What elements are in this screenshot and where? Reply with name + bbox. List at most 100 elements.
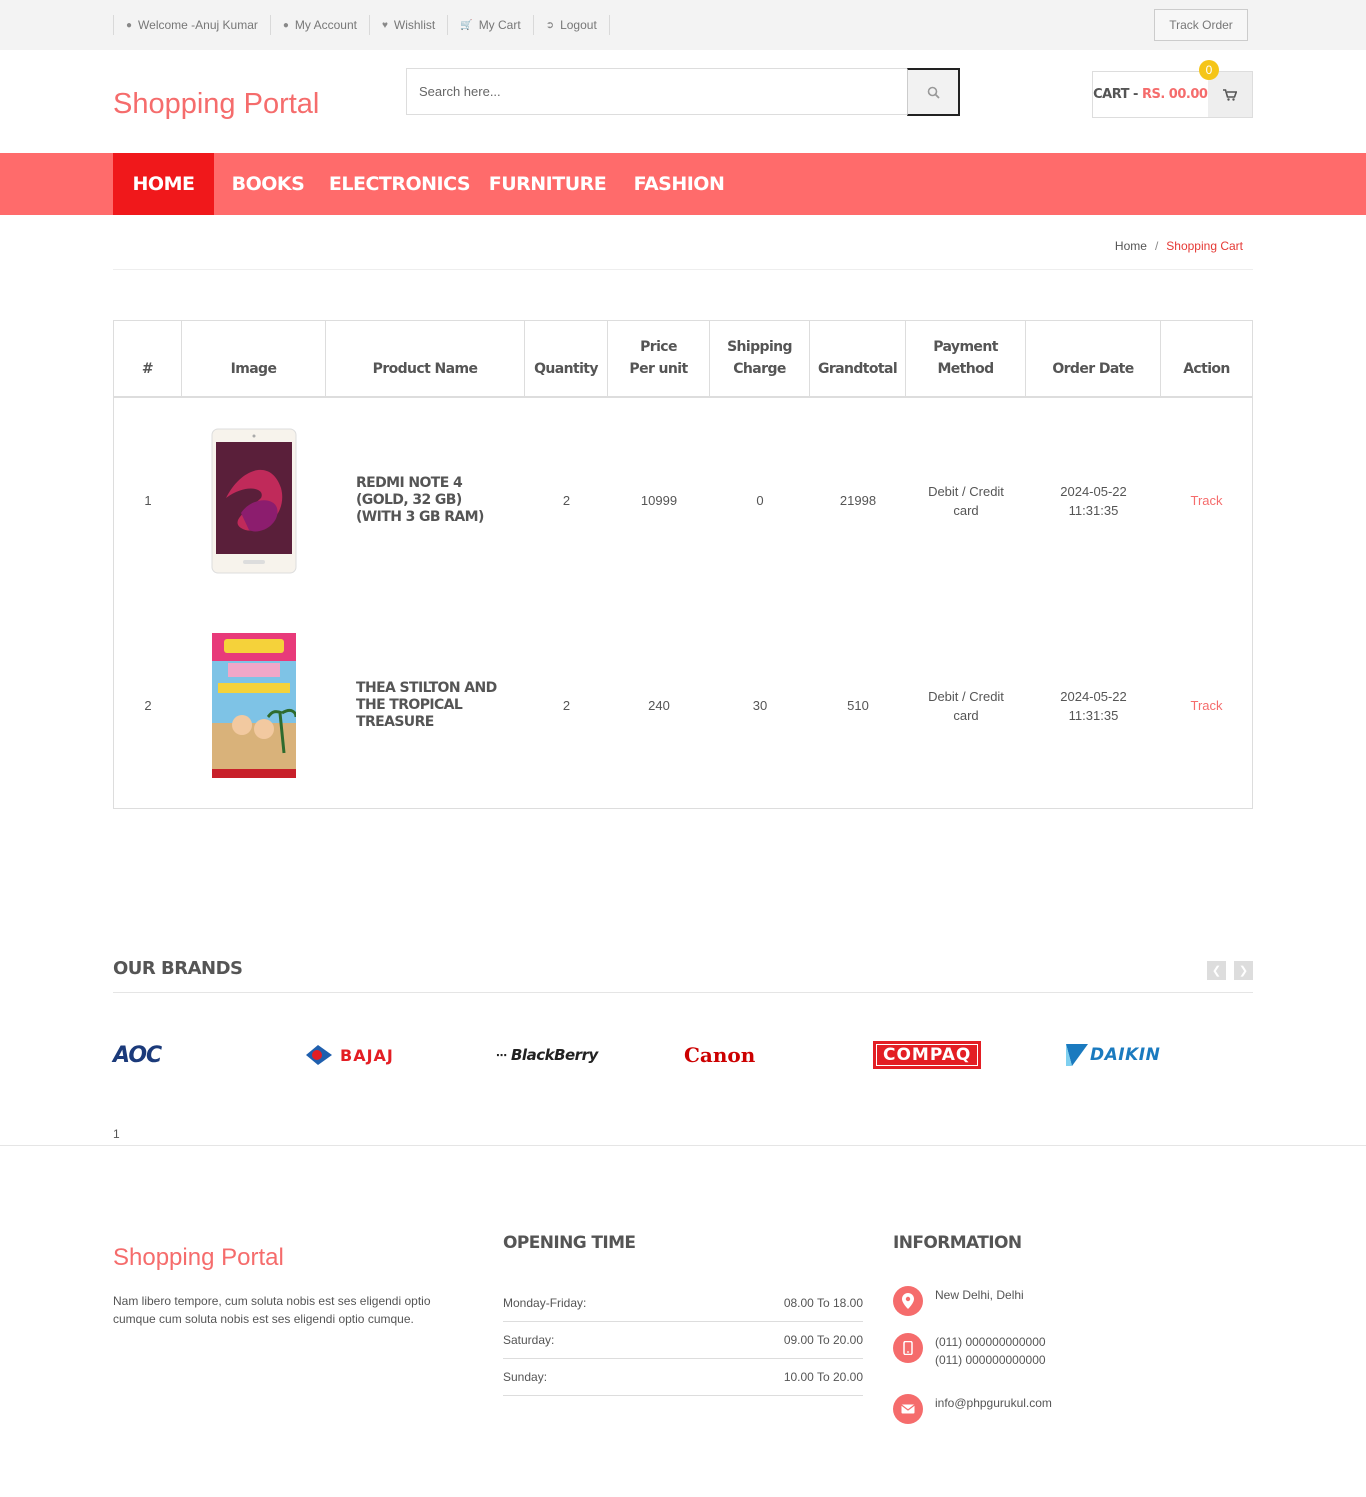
opening-hours: 10.00 To 20.00 bbox=[783, 1370, 863, 1384]
welcome-link[interactable]: ● Welcome -Anuj Kumar bbox=[113, 15, 270, 35]
divider bbox=[113, 269, 1253, 270]
action-cell: Track bbox=[1161, 398, 1252, 603]
daikin-logo-icon bbox=[1066, 1044, 1088, 1066]
col-action: Action bbox=[1183, 361, 1230, 377]
wishlist-label: Wishlist bbox=[393, 18, 436, 32]
user-icon: ● bbox=[126, 19, 133, 31]
phone-numbers: (011) 000000000000 (011) 000000000000 bbox=[935, 1333, 1046, 1369]
opening-day: Sunday: bbox=[503, 1370, 548, 1384]
payment-method: Debit / Credit card bbox=[928, 688, 1004, 723]
my-account-label: My Account bbox=[294, 18, 357, 32]
search-input[interactable] bbox=[406, 68, 907, 115]
grandtotal: 21998 bbox=[839, 493, 877, 508]
price: 10999 bbox=[640, 493, 678, 508]
my-account-link[interactable]: ● My Account bbox=[269, 15, 369, 35]
phone-number-1: (011) 000000000000 bbox=[935, 1335, 1046, 1349]
brand-blackberry-label: BlackBerry bbox=[511, 1046, 598, 1064]
wishlist-link[interactable]: ♥ Wishlist bbox=[368, 15, 447, 35]
col-price: Price Per unit bbox=[608, 321, 710, 396]
row-number: 2 bbox=[144, 698, 152, 713]
brand-canon[interactable]: Canon bbox=[684, 1040, 755, 1070]
opening-row: Monday-Friday: 08.00 To 18.00 bbox=[503, 1285, 863, 1322]
nav-fashion[interactable]: FASHION bbox=[618, 153, 740, 215]
address-text: New Delhi, Delhi bbox=[935, 1288, 1024, 1302]
brand-daikin[interactable]: DAIKIN bbox=[1066, 1040, 1160, 1070]
information-title: INFORMATION bbox=[893, 1233, 1022, 1253]
shipping: 30 bbox=[752, 698, 768, 713]
cart-amount: RS. 00.00 bbox=[1141, 87, 1208, 102]
blackberry-logo-icon: ⋯ bbox=[496, 1048, 507, 1062]
cart-icon-box[interactable] bbox=[1207, 72, 1252, 117]
divider bbox=[113, 992, 1253, 993]
table-header: # Image Product Name Quantity Price Per … bbox=[114, 321, 1252, 398]
brand-compaq-label: COMPAQ bbox=[873, 1041, 982, 1069]
grandtotal: 510 bbox=[847, 698, 869, 713]
quantity: 2 bbox=[562, 698, 571, 713]
info-phone: (011) 000000000000 (011) 000000000000 bbox=[893, 1333, 1046, 1369]
brands-title: OUR BRANDS bbox=[113, 958, 243, 979]
col-order-date: Order Date bbox=[1026, 321, 1161, 396]
col-grandtotal: Grandtotal bbox=[810, 321, 906, 396]
logout-link[interactable]: ➲ Logout bbox=[532, 15, 610, 35]
col-product-name: Product Name bbox=[326, 321, 525, 396]
product-name[interactable]: REDMI NOTE 4 (GOLD, 32 GB) (WITH 3 GB RA… bbox=[356, 398, 506, 603]
brand-compaq[interactable]: COMPAQ bbox=[873, 1040, 982, 1070]
user-icon: ● bbox=[282, 19, 289, 31]
phone-icon bbox=[893, 1333, 923, 1363]
opening-hours: 08.00 To 18.00 bbox=[783, 1296, 863, 1310]
book-image[interactable] bbox=[212, 633, 296, 778]
top-bar: ● Welcome -Anuj Kumar ● My Account ♥ Wishli… bbox=[0, 0, 1366, 50]
brand-aoc[interactable]: AOC bbox=[113, 1040, 162, 1070]
footer-logo[interactable]: Shopping Portal bbox=[113, 1244, 284, 1272]
action-cell: Track bbox=[1161, 603, 1252, 808]
nav-furniture[interactable]: FURNITURE bbox=[477, 153, 618, 215]
brands-prev-button[interactable]: ❮ bbox=[1207, 961, 1226, 980]
search-bar bbox=[406, 68, 960, 116]
site-logo[interactable]: Shopping Portal bbox=[113, 88, 319, 121]
chevron-left-icon: ❮ bbox=[1211, 965, 1222, 977]
opening-day: Monday-Friday: bbox=[503, 1296, 587, 1310]
heart-icon: ♥ bbox=[381, 19, 388, 31]
order-date: 2024-05-22 11:31:35 bbox=[1060, 688, 1127, 723]
col-quantity: Quantity bbox=[525, 321, 608, 396]
track-link[interactable]: Track bbox=[1190, 491, 1222, 510]
track-order-button[interactable]: Track Order bbox=[1154, 9, 1248, 41]
brand-daikin-label: DAIKIN bbox=[1090, 1045, 1161, 1065]
logout-label: Logout bbox=[560, 18, 597, 32]
brands-next-button[interactable]: ❯ bbox=[1234, 961, 1253, 980]
search-button[interactable] bbox=[907, 68, 960, 116]
search-icon bbox=[927, 86, 940, 99]
cart-count-badge: 0 bbox=[1199, 60, 1219, 80]
opening-row: Sunday: 10.00 To 20.00 bbox=[503, 1359, 863, 1396]
brand-blackberry[interactable]: ⋯ BlackBerry bbox=[496, 1040, 598, 1070]
nav-home[interactable]: HOME bbox=[113, 153, 214, 215]
logout-icon: ➲ bbox=[545, 19, 555, 31]
phone-number-2: (011) 000000000000 bbox=[935, 1353, 1046, 1367]
product-name[interactable]: THEA STILTON AND THE TROPICAL TREASURE bbox=[356, 603, 506, 808]
phone-image[interactable] bbox=[211, 428, 297, 574]
cart-label: CART - bbox=[1093, 87, 1138, 102]
my-cart-label: My Cart bbox=[478, 18, 521, 32]
email-text[interactable]: info@phpgurukul.com bbox=[935, 1394, 1052, 1424]
top-links: ● Welcome -Anuj Kumar ● My Account ♥ Wishli… bbox=[113, 15, 610, 35]
nav-books[interactable]: BOOKS bbox=[214, 153, 322, 215]
brand-bajaj[interactable]: BAJAJ bbox=[304, 1040, 394, 1070]
breadcrumb-home[interactable]: Home bbox=[1115, 239, 1147, 253]
breadcrumb: Home / Shopping Cart bbox=[1115, 239, 1243, 253]
cart-widget[interactable]: CART - RS. 00.00 0 bbox=[1092, 60, 1253, 118]
footer-description: Nam libero tempore, cum soluta nobis est… bbox=[113, 1294, 431, 1326]
col-image: Image bbox=[182, 321, 326, 396]
chevron-right-icon: ❯ bbox=[1238, 965, 1249, 977]
price: 240 bbox=[648, 698, 670, 713]
opening-row: Saturday: 09.00 To 20.00 bbox=[503, 1322, 863, 1359]
nav-electronics[interactable]: ELECTRONICS bbox=[322, 153, 477, 215]
opening-hours: 09.00 To 20.00 bbox=[783, 1333, 863, 1347]
brands-page-number: 1 bbox=[113, 1127, 120, 1141]
payment-method: Debit / Credit card bbox=[928, 483, 1004, 518]
row-number: 1 bbox=[144, 493, 152, 508]
track-link[interactable]: Track bbox=[1190, 696, 1222, 715]
divider bbox=[0, 1145, 1366, 1146]
my-cart-link[interactable]: 🛒 My Cart bbox=[447, 15, 532, 35]
page: ● Welcome -Anuj Kumar ● My Account ♥ Wishli… bbox=[0, 0, 1366, 1497]
cart-icon: 🛒 bbox=[460, 19, 473, 31]
